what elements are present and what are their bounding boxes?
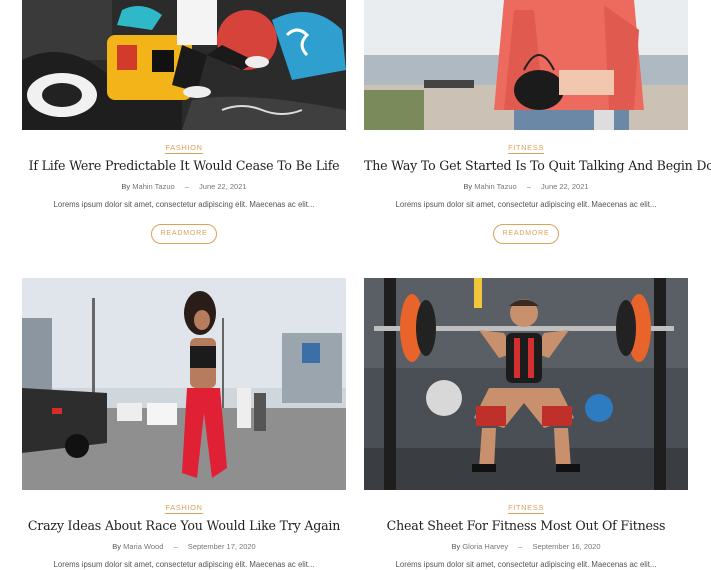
post-author[interactable]: Gloria Harvey bbox=[462, 542, 508, 551]
post-category-label[interactable]: Fashion bbox=[165, 503, 203, 514]
post-author[interactable]: Mahin Tazuo bbox=[474, 182, 516, 191]
post-meta: By Mahin Tazuo – June 22, 2021 bbox=[364, 182, 688, 192]
post-card: Fashion If Life Were Predictable It Woul… bbox=[22, 0, 346, 244]
meta-separator: – bbox=[526, 182, 531, 191]
post-excerpt: Lorems ipsum dolor sit amet, consectetur… bbox=[53, 560, 315, 569]
post-date: June 22, 2021 bbox=[541, 182, 589, 191]
post-excerpt: Lorems ipsum dolor sit amet, consectetur… bbox=[395, 560, 657, 569]
post-category[interactable]: Fashion bbox=[22, 143, 346, 154]
post-image-beach[interactable] bbox=[364, 0, 688, 130]
meta-separator: – bbox=[184, 182, 189, 191]
meta-separator: – bbox=[518, 542, 523, 551]
post-image-graffiti[interactable] bbox=[22, 0, 346, 130]
post-author[interactable]: Mahin Tazuo bbox=[132, 182, 174, 191]
post-author-prefix: By bbox=[451, 542, 461, 551]
post-title[interactable]: The Way To Get Started Is To Quit Talkin… bbox=[364, 158, 711, 174]
post-category[interactable]: Fitness bbox=[364, 143, 688, 154]
post-meta: By Gloria Harvey – September 16, 2020 bbox=[364, 542, 688, 552]
readmore-button[interactable]: Readmore bbox=[493, 224, 559, 244]
post-date: September 17, 2020 bbox=[187, 542, 256, 551]
post-meta: By Maria Wood – September 17, 2020 bbox=[22, 542, 346, 552]
post-category-label[interactable]: Fashion bbox=[165, 143, 203, 154]
post-date: September 16, 2020 bbox=[532, 542, 601, 551]
post-excerpt: Lorems ipsum dolor sit amet, consectetur… bbox=[395, 200, 657, 209]
post-author-prefix: By bbox=[121, 182, 131, 191]
post-title[interactable]: If Life Were Predictable It Would Cease … bbox=[22, 158, 346, 174]
post-author-prefix: By bbox=[112, 542, 122, 551]
post-excerpt: Lorems ipsum dolor sit amet, consectetur… bbox=[53, 200, 315, 209]
post-image-weightlifter[interactable] bbox=[364, 278, 688, 490]
post-card: Fitness The Way To Get Started Is To Qui… bbox=[364, 0, 711, 244]
meta-separator: – bbox=[173, 542, 178, 551]
post-category[interactable]: Fashion bbox=[22, 503, 346, 514]
post-category-label[interactable]: Fitness bbox=[508, 503, 544, 514]
post-title[interactable]: Crazy Ideas About Race You Would Like Tr… bbox=[22, 518, 346, 534]
post-category-label[interactable]: Fitness bbox=[508, 143, 544, 154]
post-card: Fitness Cheat Sheet For Fitness Most Out… bbox=[364, 278, 688, 570]
post-card: Fashion Crazy Ideas About Race You Would… bbox=[22, 278, 346, 570]
post-title[interactable]: Cheat Sheet For Fitness Most Out Of Fitn… bbox=[364, 518, 688, 534]
post-date: June 22, 2021 bbox=[199, 182, 247, 191]
post-author[interactable]: Maria Wood bbox=[123, 542, 163, 551]
post-author-prefix: By bbox=[463, 182, 473, 191]
readmore-button[interactable]: Readmore bbox=[151, 224, 217, 244]
post-image-runner[interactable] bbox=[22, 278, 346, 490]
post-meta: By Mahin Tazuo – June 22, 2021 bbox=[22, 182, 346, 192]
post-category[interactable]: Fitness bbox=[364, 503, 688, 514]
